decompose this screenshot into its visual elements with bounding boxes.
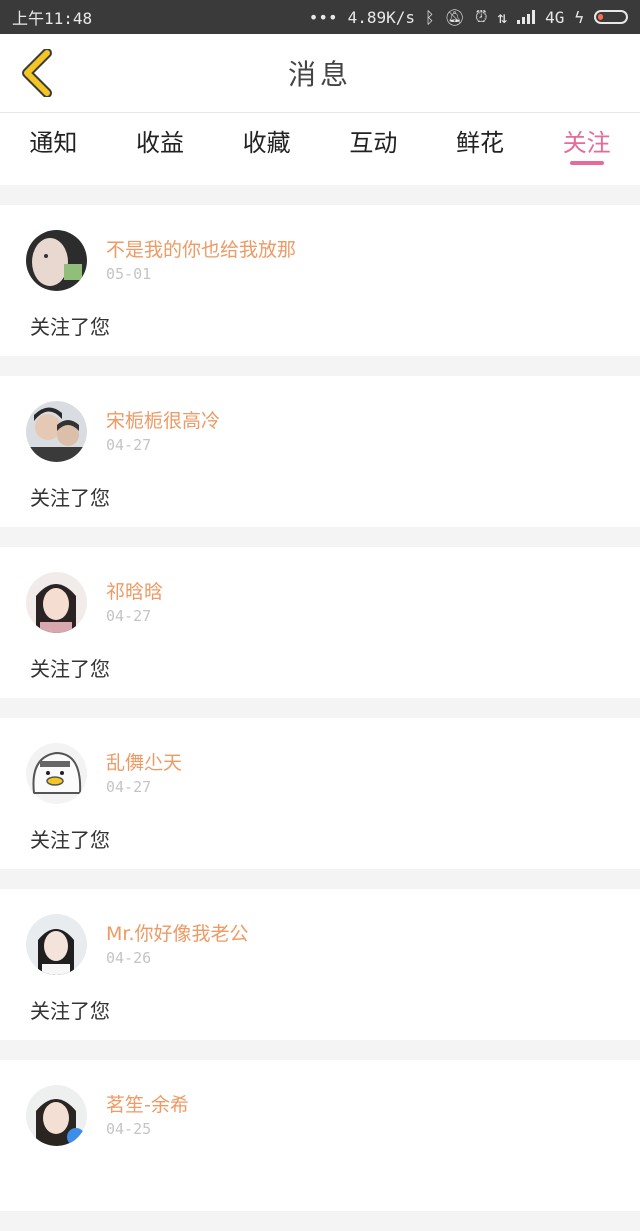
page-title: 消息 <box>287 58 352 91</box>
message-date: 04-27 <box>106 436 152 454</box>
charging-icon: ϟ <box>574 7 584 27</box>
more-dots-icon: ••• <box>308 7 338 27</box>
user-name[interactable]: 祁晗晗 <box>106 577 163 604</box>
message-tabs: 通知 收益 收藏 互动 鲜花 关注 <box>0 113 640 185</box>
avatar[interactable] <box>26 401 87 462</box>
message-text: 关注了您 <box>30 657 110 681</box>
message-text: 关注了您 <box>30 999 110 1023</box>
tab-earnings[interactable]: 收益 <box>107 113 214 185</box>
message-text: 关注了您 <box>30 828 110 852</box>
list-item[interactable]: Mr.你好像我老公 04-26 关注了您 <box>0 889 640 1040</box>
bluetooth-icon: ᛒ <box>425 7 435 27</box>
network-speed: 4.89K/s <box>347 7 416 27</box>
message-text: 关注了您 <box>30 315 110 339</box>
mute-bell-icon: 🔕︎ <box>444 7 465 27</box>
back-button[interactable] <box>12 48 62 98</box>
list-item[interactable]: 茗笙-余希 04-25 <box>0 1060 640 1211</box>
message-date: 04-26 <box>106 949 152 967</box>
app-header: 消息 <box>0 34 640 113</box>
message-date: 05-01 <box>106 265 152 283</box>
message-date: 04-27 <box>106 607 152 625</box>
list-item[interactable]: 乱儛尐天 04-27 关注了您 <box>0 718 640 869</box>
battery-icon <box>594 10 628 24</box>
chevron-left-icon <box>22 49 52 97</box>
avatar[interactable] <box>26 230 87 291</box>
status-bar: 上午11:48 ••• 4.89K/s ᛒ 🔕︎ ⏰︎ ⇅ 4G ϟ <box>0 0 640 34</box>
avatar[interactable] <box>26 914 87 975</box>
signal-icon <box>517 10 536 24</box>
list-item[interactable]: 祁晗晗 04-27 关注了您 <box>0 547 640 698</box>
status-icons: ••• 4.89K/s ᛒ 🔕︎ ⏰︎ ⇅ 4G ϟ <box>309 7 628 27</box>
user-name[interactable]: 宋栀栀很高冷 <box>106 406 220 433</box>
tab-follows[interactable]: 关注 <box>533 113 640 185</box>
status-time: 上午11:48 <box>12 9 93 28</box>
list-item[interactable]: 不是我的你也给我放那 05-01 关注了您 <box>0 205 640 356</box>
tab-interactions[interactable]: 互动 <box>320 113 427 185</box>
user-name[interactable]: 不是我的你也给我放那 <box>106 235 296 262</box>
message-text: 关注了您 <box>30 486 110 510</box>
alarm-icon: ⏰︎ <box>474 7 488 26</box>
list-item[interactable]: 宋栀栀很高冷 04-27 关注了您 <box>0 376 640 527</box>
tab-flowers[interactable]: 鲜花 <box>427 113 534 185</box>
data-transfer-icon: ⇅ <box>497 7 508 27</box>
avatar[interactable] <box>26 572 87 633</box>
network-type: 4G <box>545 7 565 27</box>
avatar[interactable] <box>26 743 87 804</box>
message-date: 04-27 <box>106 778 152 796</box>
avatar[interactable] <box>26 1085 87 1146</box>
user-name[interactable]: 乱儛尐天 <box>106 748 182 775</box>
message-date: 04-25 <box>106 1120 152 1138</box>
user-name[interactable]: Mr.你好像我老公 <box>106 919 249 946</box>
follow-message-list: 不是我的你也给我放那 05-01 关注了您 宋栀栀很高冷 04-27 关注了您 <box>0 205 640 1231</box>
user-name[interactable]: 茗笙-余希 <box>106 1090 189 1117</box>
tab-notifications[interactable]: 通知 <box>0 113 107 185</box>
tab-favorites[interactable]: 收藏 <box>213 113 320 185</box>
